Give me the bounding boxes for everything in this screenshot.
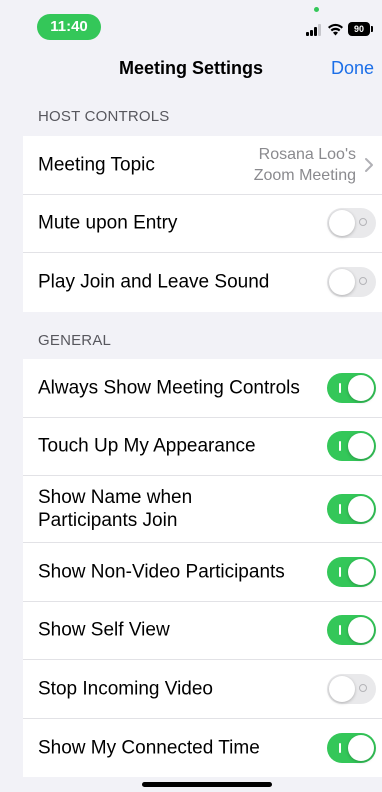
touch-up-my-appearance-row: Touch Up My Appearance: [23, 418, 382, 476]
show-non-video-participants-row: Show Non-Video Participants: [23, 543, 382, 602]
meeting-topic-value: Rosana Loo's Zoom Meeting: [254, 144, 356, 186]
section-header-general: GENERAL: [0, 320, 382, 360]
section-header-label: GENERAL: [38, 332, 112, 349]
touch-up-my-appearance-label: Touch Up My Appearance: [38, 435, 256, 457]
play-join-leave-sound-toggle[interactable]: [327, 267, 376, 298]
general-group: Always Show Meeting Controls Touch Up My…: [23, 359, 382, 777]
stop-incoming-video-row: Stop Incoming Video: [23, 660, 382, 719]
show-name-when-participants-join-row: Show Name when Participants Join: [23, 476, 382, 543]
mute-upon-entry-label: Mute upon Entry: [38, 212, 178, 234]
navigation-bar: Meeting Settings Done: [0, 44, 382, 96]
cellular-signal-icon: [306, 24, 324, 36]
mute-upon-entry-row: Mute upon Entry: [23, 195, 382, 253]
show-my-connected-time-label: Show My Connected Time: [38, 737, 260, 759]
touch-up-my-appearance-toggle[interactable]: [327, 431, 376, 462]
meeting-topic-row[interactable]: Meeting Topic Rosana Loo's Zoom Meeting: [23, 136, 382, 195]
show-name-when-participants-join-toggle[interactable]: [327, 494, 376, 524]
wifi-icon: [328, 23, 343, 36]
show-self-view-toggle[interactable]: [327, 615, 376, 646]
always-show-meeting-controls-row: Always Show Meeting Controls: [23, 359, 382, 418]
stop-incoming-video-toggle[interactable]: [327, 673, 376, 704]
show-non-video-participants-label: Show Non-Video Participants: [38, 561, 285, 583]
show-self-view-label: Show Self View: [38, 619, 170, 641]
battery-icon: 90: [348, 22, 373, 36]
host-controls-group: Meeting Topic Rosana Loo's Zoom Meeting …: [23, 136, 382, 312]
home-indicator[interactable]: [142, 782, 272, 787]
mute-upon-entry-toggle[interactable]: [327, 208, 376, 239]
show-name-when-participants-join-label: Show Name when Participants Join: [38, 487, 193, 531]
show-my-connected-time-toggle[interactable]: [327, 732, 376, 763]
show-non-video-participants-toggle[interactable]: [327, 556, 376, 587]
done-button[interactable]: Done: [331, 58, 374, 79]
play-join-leave-sound-label: Play Join and Leave Sound: [38, 271, 270, 293]
meeting-topic-value-line1: Rosana Loo's: [258, 145, 356, 163]
always-show-meeting-controls-toggle[interactable]: [327, 372, 376, 403]
status-bar: 11:40 90: [0, 0, 382, 44]
stop-incoming-video-label: Stop Incoming Video: [38, 678, 213, 700]
meeting-topic-value-line2: Zoom Meeting: [253, 166, 356, 184]
status-time[interactable]: 11:40: [37, 14, 101, 40]
play-join-leave-sound-row: Play Join and Leave Sound: [23, 253, 382, 312]
section-header-host-controls: HOST CONTROLS: [0, 96, 382, 136]
section-header-label: HOST CONTROLS: [38, 108, 170, 125]
always-show-meeting-controls-label: Always Show Meeting Controls: [38, 377, 300, 399]
camera-in-use-indicator: [314, 7, 319, 12]
show-my-connected-time-row: Show My Connected Time: [23, 719, 382, 778]
chevron-right-icon: [365, 157, 373, 172]
show-self-view-row: Show Self View: [23, 602, 382, 660]
page-title: Meeting Settings: [118, 58, 263, 78]
